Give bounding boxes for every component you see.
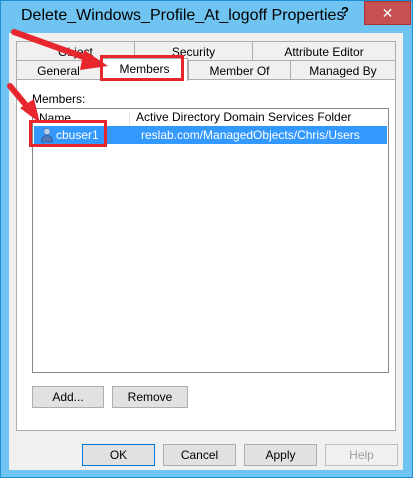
tab-label: Managed By <box>309 64 377 78</box>
column-header-folder[interactable]: Active Directory Domain Services Folder <box>136 110 351 124</box>
members-label: Members: <box>32 92 86 106</box>
tab-general[interactable]: General <box>16 60 101 80</box>
remove-button[interactable]: Remove <box>112 386 188 408</box>
tab-label: General <box>37 64 80 78</box>
title-bar[interactable]: Delete_Windows_Profile_At_logoff Propert… <box>1 1 412 33</box>
tab-label: Object <box>58 45 93 59</box>
tab-attribute-editor[interactable]: Attribute Editor <box>252 41 396 61</box>
members-listview[interactable]: Name Active Directory Domain Services Fo… <box>32 108 389 373</box>
properties-window: Delete_Windows_Profile_At_logoff Propert… <box>0 0 413 478</box>
add-button[interactable]: Add... <box>32 386 104 408</box>
tab-managed-by[interactable]: Managed By <box>290 60 396 80</box>
tab-label: Attribute Editor <box>284 45 364 59</box>
tab-label: Members <box>119 62 170 76</box>
tab-members[interactable]: Members <box>101 58 188 81</box>
apply-button[interactable]: Apply <box>244 444 317 466</box>
members-tab-panel: Members: Name Active Directory Domain Se… <box>16 79 396 431</box>
cancel-button[interactable]: Cancel <box>163 444 236 466</box>
listview-header: Name Active Directory Domain Services Fo… <box>33 109 388 127</box>
tab-label: Security <box>171 45 216 59</box>
member-name: cbuser1 <box>56 128 99 142</box>
user-icon <box>41 127 53 143</box>
tab-label: Member Of <box>209 64 270 78</box>
ok-button[interactable]: OK <box>82 444 155 466</box>
window-title: Delete_Windows_Profile_At_logoff Propert… <box>21 7 345 24</box>
help-title-button[interactable]: ? <box>326 1 364 23</box>
member-folder: reslab.com/ManagedObjects/Chris/Users <box>141 128 360 142</box>
column-header-name[interactable]: Name <box>39 111 130 125</box>
member-row[interactable]: cbuser1 reslab.com/ManagedObjects/Chris/… <box>34 126 387 144</box>
dialog-client-area: Object Security Attribute Editor General… <box>9 33 403 470</box>
help-button[interactable]: Help <box>325 444 398 466</box>
tab-member-of[interactable]: Member Of <box>188 60 291 80</box>
close-button[interactable]: ✕ <box>364 1 411 25</box>
